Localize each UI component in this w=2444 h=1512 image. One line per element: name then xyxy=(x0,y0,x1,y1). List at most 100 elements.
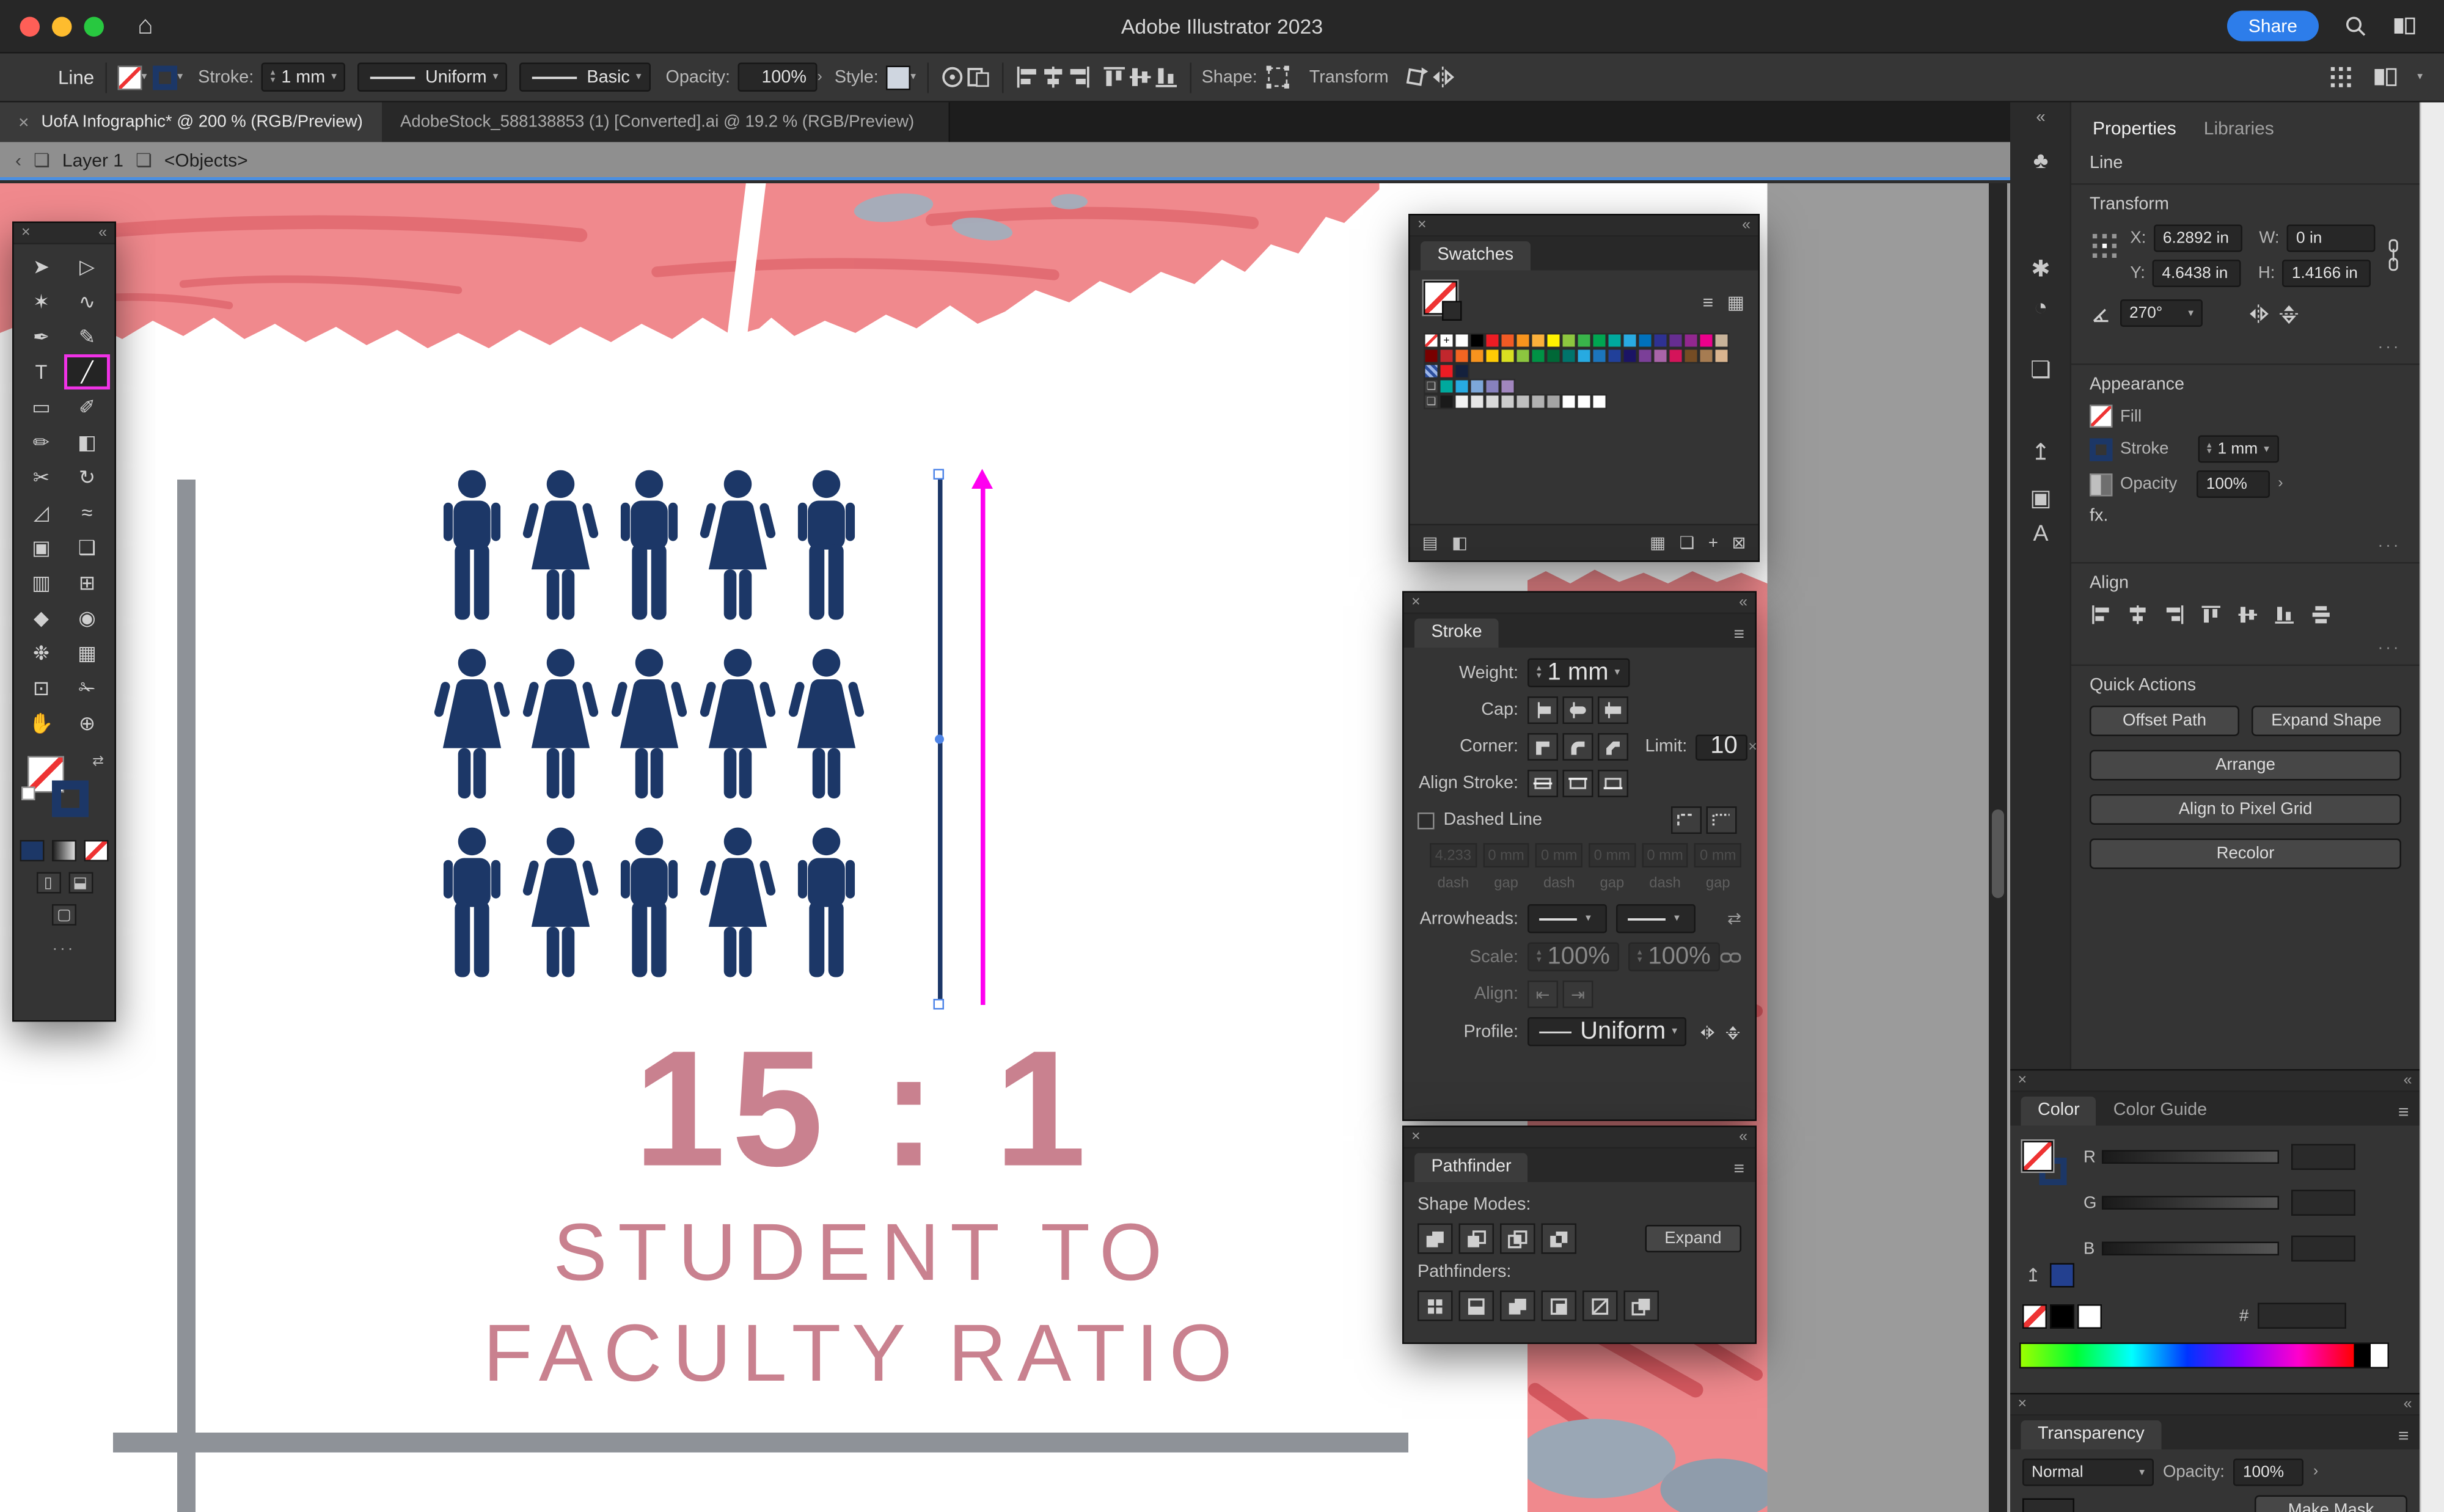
stroke-weight-combo[interactable]: ▴▾ 1 mm ▾ xyxy=(1528,659,1629,688)
red-value-field[interactable] xyxy=(2291,1144,2355,1171)
arrowhead-start-combo[interactable]: ▾ xyxy=(1528,904,1607,933)
slice-tool[interactable]: ✁ xyxy=(64,671,110,706)
panel-menu-icon[interactable]: ≡ xyxy=(1733,1160,1744,1178)
figure-grid[interactable] xyxy=(433,463,866,999)
stroke-swatch[interactable] xyxy=(52,781,89,817)
paintbrush-tool[interactable]: ✐ xyxy=(64,390,110,425)
transform-again-icon[interactable] xyxy=(1404,64,1430,90)
stroke-chevron-icon[interactable]: ▾ xyxy=(177,72,183,83)
minus-back-button[interactable] xyxy=(1624,1291,1659,1321)
swatch[interactable] xyxy=(1485,333,1500,348)
swatch[interactable] xyxy=(1546,348,1561,363)
default-fill-stroke-icon[interactable] xyxy=(21,787,35,801)
opacity-field[interactable]: 100% xyxy=(2197,470,2270,498)
swap-arrowheads-icon[interactable]: ⇄ xyxy=(1727,909,1741,929)
arrange-documents-icon[interactable] xyxy=(965,64,991,90)
man-pictogram[interactable] xyxy=(610,820,689,992)
panel-menu-icon[interactable]: ≡ xyxy=(1733,625,1744,643)
h-field[interactable]: 1.4166 in xyxy=(2283,260,2371,287)
red-slider[interactable] xyxy=(2102,1150,2279,1164)
swatch[interactable] xyxy=(1454,363,1469,379)
blue-slider[interactable] xyxy=(2102,1242,2279,1256)
corner-x-icon[interactable]: × xyxy=(1748,739,1757,756)
man-pictogram[interactable] xyxy=(787,820,866,992)
draw-normal-button[interactable]: ▯ xyxy=(36,872,60,894)
document-tab-active[interactable]: × UofA Infographic* @ 200 % (RGB/Preview… xyxy=(0,103,382,142)
shape-builder-tool[interactable]: ❑ xyxy=(64,530,110,566)
collapse-panel-icon[interactable]: « xyxy=(1739,593,1747,614)
graphic-style-swatch[interactable] xyxy=(886,65,910,89)
swatch[interactable] xyxy=(1683,333,1699,348)
miter-limit-value[interactable]: 10 xyxy=(1696,734,1748,760)
exclude-button[interactable] xyxy=(1542,1224,1577,1254)
line-bottom-handle[interactable] xyxy=(934,999,945,1010)
zoom-tool[interactable]: ⊕ xyxy=(64,706,110,741)
align-center-horizontal-icon[interactable] xyxy=(2126,604,2149,627)
variable-width-profile-combo[interactable]: Uniform ▾ xyxy=(358,63,507,92)
woman-pictogram[interactable] xyxy=(698,820,778,992)
stroke-weight-combo[interactable]: ▴▾ 1 mm ▾ xyxy=(262,63,346,92)
make-mask-button[interactable]: Make Mask xyxy=(2255,1496,2407,1512)
opacity-flyout-icon[interactable]: › xyxy=(818,70,822,85)
gap-value[interactable]: 0 mm xyxy=(1483,843,1530,867)
swatch[interactable] xyxy=(1592,348,1607,363)
opacity-swatch[interactable] xyxy=(2090,473,2113,496)
close-tab-icon[interactable]: × xyxy=(18,112,29,133)
swatch[interactable] xyxy=(1668,333,1683,348)
align-bottom-icon[interactable] xyxy=(2273,604,2296,627)
new-group-icon[interactable]: ❏ xyxy=(1680,533,1695,553)
swatch[interactable] xyxy=(1546,333,1561,348)
woman-pictogram[interactable] xyxy=(610,641,689,813)
export-icon[interactable]: ↥ xyxy=(2010,439,2071,466)
flip-vertical-icon[interactable] xyxy=(2278,302,2301,325)
swatch[interactable] xyxy=(1469,394,1485,409)
join-bevel-button[interactable] xyxy=(1598,733,1628,761)
pattern-swatch[interactable] xyxy=(1424,363,1439,379)
arrow-scale-start[interactable]: ▴▾ 100% xyxy=(1528,943,1619,972)
workspace-chevron-icon[interactable]: ▾ xyxy=(2417,72,2423,83)
current-stroke-color-swatch[interactable] xyxy=(2050,1263,2074,1288)
arrange-button[interactable]: Arrange xyxy=(2090,750,2401,781)
cap-butt-button[interactable] xyxy=(1528,696,1558,724)
collapsed-panel-edge[interactable] xyxy=(2420,103,2444,1512)
blue-value-field[interactable] xyxy=(2291,1236,2355,1262)
opacity-field[interactable]: 100% xyxy=(2234,1459,2304,1486)
ratio-text[interactable]: 15 : 1 xyxy=(436,1026,1291,1191)
draw-behind-button[interactable]: ⬓ xyxy=(68,872,92,894)
swatch[interactable] xyxy=(1454,348,1469,363)
swatch[interactable] xyxy=(1439,379,1454,394)
pencil-tool[interactable]: ✏ xyxy=(18,425,64,460)
screen-mode-button[interactable]: ▢ xyxy=(52,904,76,926)
align-left-icon[interactable] xyxy=(1014,64,1040,90)
none-swatch[interactable] xyxy=(2022,1304,2047,1328)
direct-selection-tool[interactable]: ▷ xyxy=(64,249,110,285)
swatch[interactable] xyxy=(1515,333,1531,348)
stroke-label[interactable]: Stroke xyxy=(2120,440,2168,458)
swatch[interactable] xyxy=(1622,333,1637,348)
pen-tool[interactable]: ✒ xyxy=(18,320,64,355)
trim-button[interactable] xyxy=(1459,1291,1495,1321)
align-more-options[interactable]: ... xyxy=(2090,635,2401,654)
swatch[interactable] xyxy=(1531,394,1546,409)
line-top-handle[interactable] xyxy=(934,469,945,480)
search-icon[interactable] xyxy=(2343,14,2368,38)
rotate-tool[interactable]: ↻ xyxy=(64,460,110,495)
swatch[interactable] xyxy=(1485,348,1500,363)
properties-club-icon[interactable]: ♣ xyxy=(2010,148,2071,175)
caption-line2[interactable]: FACULTY RATIO xyxy=(390,1313,1337,1395)
swatch[interactable] xyxy=(1485,379,1500,394)
arrow-scale-end[interactable]: ▴▾ 100% xyxy=(1628,943,1720,972)
align-center-horizontal-icon[interactable] xyxy=(1040,64,1066,90)
expand-shape-button[interactable]: Expand Shape xyxy=(2252,706,2401,736)
link-dimensions-icon[interactable] xyxy=(2387,231,2401,280)
opacity-value[interactable]: 100% xyxy=(738,63,818,92)
swatch[interactable] xyxy=(1576,333,1592,348)
line-center-anchor[interactable] xyxy=(935,735,944,744)
man-pictogram[interactable] xyxy=(433,463,512,634)
color-spectrum-bar[interactable] xyxy=(2019,1343,2389,1369)
style-chevron-icon[interactable]: ▾ xyxy=(910,72,916,83)
fill-color-swatch[interactable] xyxy=(2090,405,2113,428)
artboard-tool[interactable]: ⊡ xyxy=(18,671,64,706)
collapse-panel-icon[interactable]: « xyxy=(2404,1395,2412,1416)
opacity-flyout-icon[interactable]: › xyxy=(2278,477,2283,492)
